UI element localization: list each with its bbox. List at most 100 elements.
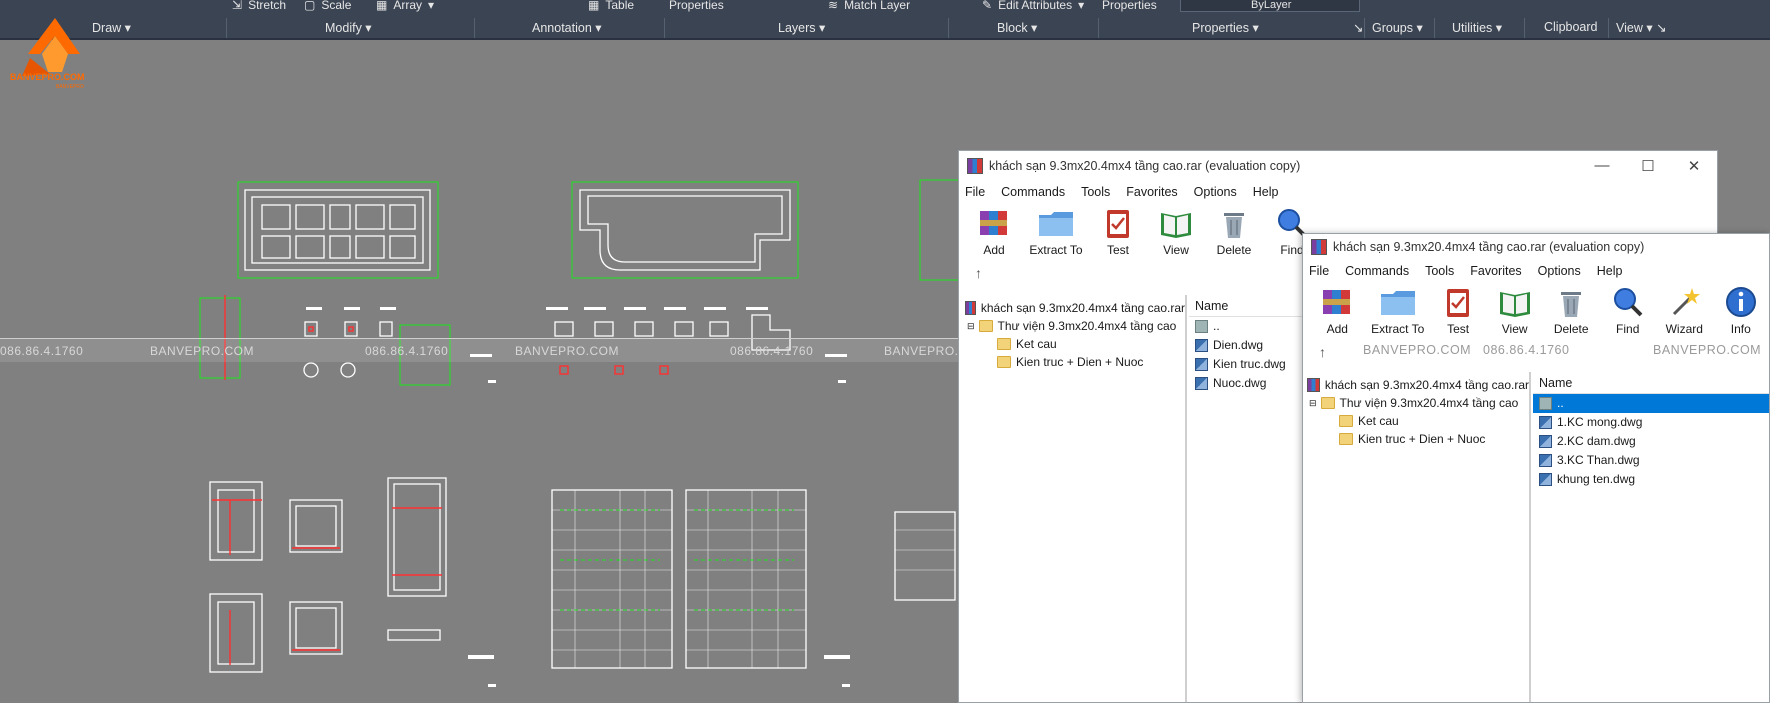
menu-bar: File Commands Tools Favorites Options He… [959,181,1717,203]
collapse-icon[interactable]: ⊟ [967,321,975,332]
winrar-app-icon [1311,239,1327,255]
watermark-site: BANVEPRO.COM [515,344,620,358]
list-item[interactable]: khung ten.dwg [1533,470,1769,489]
test-clipboard-icon [1107,210,1129,238]
column-header-name[interactable]: Name [1533,372,1769,394]
scale-tool[interactable]: ▢ Scale [304,0,357,12]
table-tool[interactable]: ▦ Table [588,0,640,12]
folder-tree: khách sạn 9.3mx20.4mx4 tầng cao.rar ⊟ Thư… [959,295,1187,702]
group-view[interactable]: View ▾ ↘ [1616,20,1667,35]
tree-folder[interactable]: ⊟ Thư viện 9.3mx20.4mx4 tầng cao [1303,394,1529,412]
menu-help[interactable]: Help [1253,185,1279,199]
window-title: khách sạn 9.3mx20.4mx4 tầng cao.rar (eva… [989,159,1301,173]
trash-icon [1224,213,1244,238]
add-button[interactable]: Add [1309,284,1366,336]
add-button[interactable]: Add [965,205,1023,257]
extract-to-button[interactable]: Extract To [1366,284,1430,336]
watermark-site: BANVEPRO.COM [150,344,255,358]
bylayer-combo[interactable]: ByLayer [1180,0,1360,12]
list-item[interactable]: 3.KC Than.dwg [1533,451,1769,470]
group-groups[interactable]: Groups ▾ [1372,20,1423,35]
minimize-button[interactable]: — [1579,157,1625,175]
test-clipboard-icon [1447,289,1470,317]
menu-favorites[interactable]: Favorites [1126,185,1177,199]
edit-attributes-tool[interactable]: ✎ Edit Attributes ▾ [982,0,1090,12]
delete-button[interactable]: Delete [1205,205,1263,257]
group-modify[interactable]: Modify ▾ [325,20,372,35]
view-book-icon [1161,213,1191,238]
wizard-button[interactable]: Wizard [1656,284,1713,336]
dwg-file-icon [1539,454,1552,467]
folder-icon [997,356,1011,368]
tree-item-kien-truc[interactable]: Kien truc + Dien + Nuoc [959,353,1185,371]
close-button[interactable]: ✕ [1671,157,1717,175]
group-utilities[interactable]: Utilities ▾ [1452,20,1502,35]
magnifier-icon [1613,288,1643,317]
ribbon: ⇲ Stretch ▢ Scale ▦ Array ▾ ▦ Table Propertie… [0,0,1770,40]
menu-help[interactable]: Help [1597,264,1623,278]
view-book-icon [1499,292,1530,317]
test-button[interactable]: Test [1430,284,1487,336]
dwg-file-icon [1539,435,1552,448]
tree-root[interactable]: khách sạn 9.3mx20.4mx4 tầng cao.rar [1303,376,1529,394]
watermark-phone: 086.86.4.1760 [365,344,449,358]
stretch-icon: ⇲ [232,0,243,12]
group-annotation[interactable]: Annotation ▾ [532,20,602,35]
add-icon [980,211,1007,235]
menu-commands[interactable]: Commands [1345,264,1409,278]
collapse-icon[interactable]: ⊟ [1309,398,1317,409]
menu-tools[interactable]: Tools [1081,185,1110,199]
folder-icon [1320,397,1335,409]
folder-icon [1339,415,1353,427]
parent-folder-icon [1539,397,1552,410]
add-icon [1323,290,1351,314]
view-button[interactable]: View [1147,205,1205,257]
dwg-file-icon [1539,416,1552,429]
group-layers[interactable]: Layers ▾ [778,20,825,35]
window-title: khách sạn 9.3mx20.4mx4 tầng cao.rar (eva… [1333,240,1645,254]
properties-tool[interactable]: Properties [1102,0,1163,12]
info-button[interactable]: Info [1713,284,1769,336]
menu-file[interactable]: File [1309,264,1329,278]
find-button[interactable]: Find [1599,284,1656,336]
menu-favorites[interactable]: Favorites [1470,264,1521,278]
watermark-site: BANVEPRO.COM [1363,343,1472,357]
maximize-button[interactable]: ☐ [1625,157,1671,175]
tree-item-kien-truc[interactable]: Kien truc + Dien + Nuoc [1303,430,1529,448]
tree-item-ket-cau[interactable]: Ket cau [1303,412,1529,430]
view-button[interactable]: View [1486,284,1543,336]
list-item-selected[interactable]: .. [1533,394,1769,413]
match-layer-tool[interactable]: ≋ Match Layer [828,0,916,12]
layer-properties-tool[interactable]: Properties [669,0,730,12]
list-item[interactable]: 1.KC mong.dwg [1533,413,1769,432]
group-properties[interactable]: Properties ▾ [1192,20,1259,35]
trash-icon [1561,292,1582,317]
stretch-tool[interactable]: ⇲ Stretch [232,0,292,12]
dwg-file-icon [1195,377,1208,390]
info-icon [1725,287,1756,317]
scale-icon: ▢ [304,0,316,12]
group-block[interactable]: Block ▾ [997,20,1037,35]
title-bar[interactable]: khách sạn 9.3mx20.4mx4 tầng cao.rar (eva… [1303,234,1769,260]
delete-button[interactable]: Delete [1543,284,1600,336]
menu-tools[interactable]: Tools [1425,264,1454,278]
parent-folder-icon [1195,320,1208,333]
tree-item-ket-cau[interactable]: Ket cau [959,335,1185,353]
list-item[interactable]: 2.KC dam.dwg [1533,432,1769,451]
menu-options[interactable]: Options [1194,185,1237,199]
winrar-window-2[interactable]: khách sạn 9.3mx20.4mx4 tầng cao.rar (eva… [1302,233,1770,703]
tree-root[interactable]: khách sạn 9.3mx20.4mx4 tầng cao.rar [959,299,1185,317]
folder-icon [1339,433,1353,445]
menu-commands[interactable]: Commands [1001,185,1065,199]
group-clipboard[interactable]: Clipboard [1544,20,1598,34]
title-bar[interactable]: khách sạn 9.3mx20.4mx4 tầng cao.rar (eva… [959,151,1717,181]
table-icon: ▦ [588,0,600,12]
test-button[interactable]: Test [1089,205,1147,257]
menu-file[interactable]: File [965,185,985,199]
tree-folder[interactable]: ⊟ Thư viện 9.3mx20.4mx4 tầng cao [959,317,1185,335]
array-tool[interactable]: ▦ Array ▾ [376,0,440,12]
menu-options[interactable]: Options [1538,264,1581,278]
extract-to-button[interactable]: Extract To [1023,205,1089,257]
watermark-site: BANVEPRO.COM [1653,343,1762,357]
dialog-launcher-icon[interactable]: ↘ [1353,20,1363,35]
